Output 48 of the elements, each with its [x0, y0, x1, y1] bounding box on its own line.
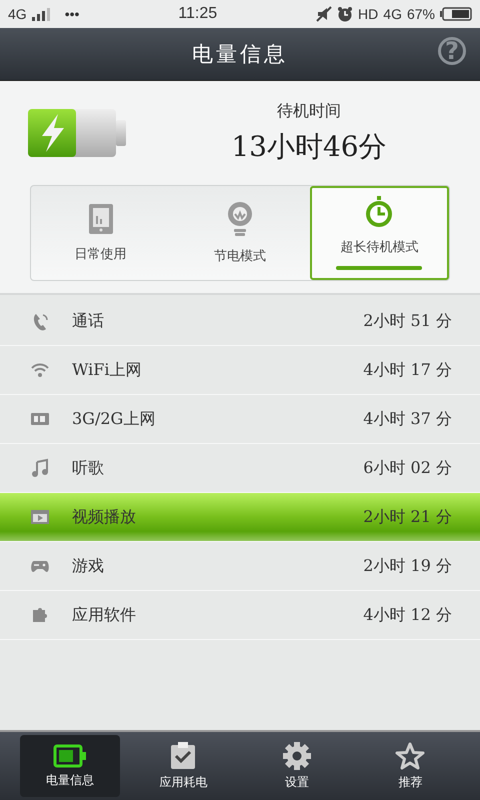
more-dots: ••• — [64, 6, 80, 22]
usage-time: 6小时 02 分 — [363, 458, 452, 478]
mode-tab[interactable]: 节电模式 — [170, 186, 310, 280]
nav-tab[interactable]: 设置 — [247, 735, 346, 797]
standby-time: 13小时46分 — [231, 128, 387, 164]
phone-chart-icon — [88, 203, 114, 235]
clock: 11:25 — [177, 5, 218, 23]
usage-time: 2小时 51 分 — [363, 310, 452, 332]
usage-name: 通话 — [72, 310, 105, 332]
standby-label: 待机时间 — [277, 100, 341, 122]
usage-row[interactable]: WiFi上网 4小时 17 分 — [0, 346, 480, 395]
nav-tab[interactable]: 推荐 — [360, 735, 460, 797]
hd-indicator: HD — [358, 6, 378, 22]
usage-name: 3G/2G上网 — [72, 408, 156, 430]
puzzle-icon — [30, 605, 50, 625]
usage-time: 4小时 12 分 — [363, 604, 452, 626]
usage-row[interactable]: 3G/2G上网 4小时 37 分 — [0, 395, 480, 444]
usage-time: 4小时 17 分 — [363, 360, 452, 380]
mute-icon — [316, 6, 332, 22]
usage-name: 听歌 — [72, 458, 105, 478]
usage-time: 4小时 37 分 — [363, 408, 452, 430]
usage-name: WiFi上网 — [72, 360, 142, 380]
usage-row[interactable]: 游戏 2小时 19 分 — [0, 542, 480, 591]
usage-row[interactable]: 通话 2小时 51 分 — [0, 297, 480, 346]
clipboard-check-icon — [170, 742, 196, 770]
usage-name: 应用软件 — [72, 604, 137, 626]
mode-tab[interactable]: 超长待机模式 — [310, 186, 449, 280]
usage-name: 视频播放 — [72, 506, 137, 528]
usage-time: 2小时 19 分 — [363, 556, 452, 576]
video-icon — [30, 507, 50, 527]
alarm-icon — [337, 6, 354, 22]
music-note-icon — [30, 458, 50, 478]
nav-tab[interactable]: 电量信息 — [20, 735, 120, 797]
star-icon — [395, 742, 426, 770]
mode-tab[interactable]: 日常使用 — [31, 186, 170, 280]
battery-icon — [440, 7, 472, 21]
nav-tab[interactable]: 应用耗电 — [134, 735, 233, 797]
signal-icon — [32, 7, 52, 21]
page-title: 电量信息 — [192, 41, 288, 68]
battery-percent: 67% — [406, 6, 435, 22]
usage-row[interactable]: 应用软件 4小时 12 分 — [0, 591, 480, 640]
usage-time: 2小时 21 分 — [363, 506, 452, 528]
usage-name: 游戏 — [72, 556, 105, 576]
data-indicator: 4G — [383, 6, 402, 22]
charging-battery-icon — [28, 108, 128, 158]
battery-icon — [52, 744, 87, 768]
network-type: 4G — [8, 6, 27, 22]
usage-row[interactable]: 视频播放 2小时 21 分 — [0, 493, 480, 542]
